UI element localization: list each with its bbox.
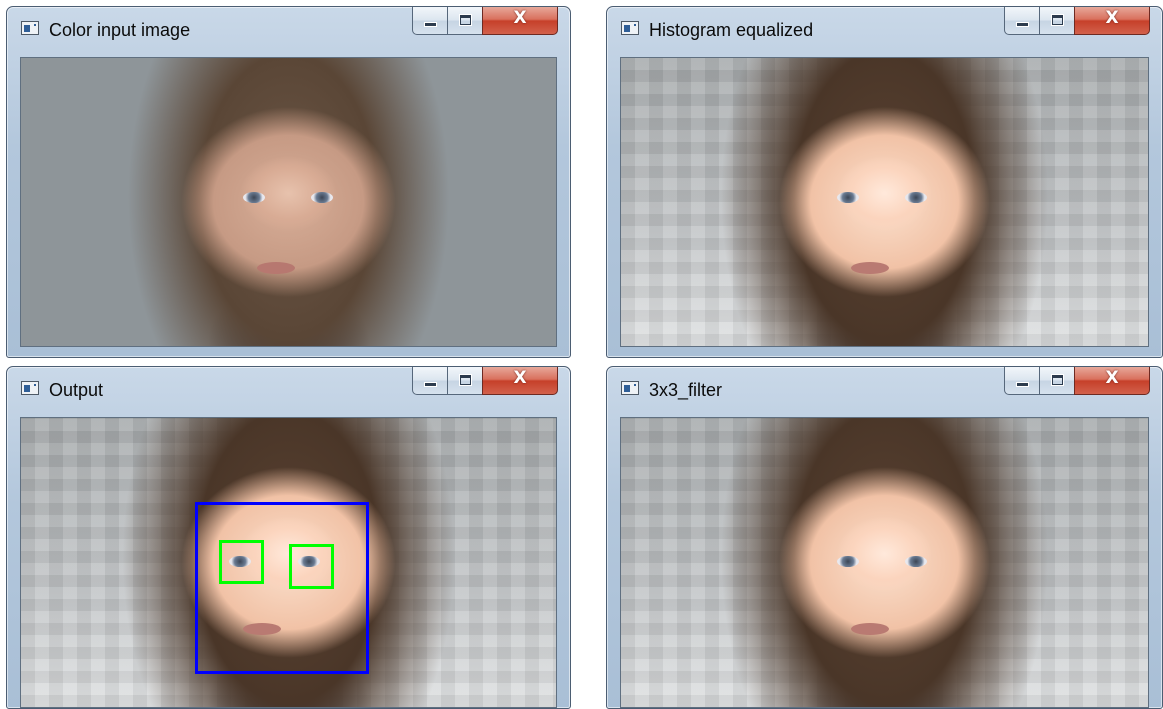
window-app-icon[interactable] [21,21,39,35]
image-display-equalized [620,57,1149,347]
minimize-button[interactable] [1004,367,1040,395]
maximize-button[interactable] [1039,367,1075,395]
window-color-input-image: Color input image X [6,6,571,358]
window-app-icon[interactable] [621,21,639,35]
minimize-icon [1017,383,1028,386]
caption-buttons: X [1004,7,1150,35]
window-title: Color input image [49,20,191,40]
close-button[interactable]: X [482,7,558,35]
left-eye [837,556,859,567]
image-display-filtered [620,417,1149,708]
window-output: Output X [6,366,571,709]
left-eye [243,192,265,203]
maximize-icon [460,375,471,385]
minimize-button[interactable] [1004,7,1040,35]
window-title: Output [49,380,104,400]
minimize-icon [425,383,436,386]
minimize-icon [1017,23,1028,26]
mouth [851,623,889,635]
close-button[interactable]: X [1074,367,1150,395]
titlebar[interactable]: Output X [7,367,570,409]
mouth [257,262,295,274]
close-button[interactable]: X [482,367,558,395]
minimize-button[interactable] [412,7,448,35]
close-icon: X [1105,8,1119,28]
mouth [851,262,889,274]
close-button[interactable]: X [1074,7,1150,35]
close-icon: X [513,368,527,388]
right-eye [905,556,927,567]
maximize-icon [1052,15,1063,25]
window-title: 3x3_filter [649,380,723,400]
window-histogram-equalized: Histogram equalized X [606,6,1163,358]
caption-buttons: X [1004,367,1150,395]
image-display-output [20,417,557,708]
maximize-icon [460,15,471,25]
eye-detection-box-left [219,540,264,584]
caption-buttons: X [412,367,558,395]
maximize-icon [1052,375,1063,385]
left-eye [837,192,859,203]
minimize-button[interactable] [412,367,448,395]
maximize-button[interactable] [1039,7,1075,35]
right-eye [311,192,333,203]
maximize-button[interactable] [447,367,483,395]
eye-detection-box-right [289,544,334,589]
window-3x3-filter: 3x3_filter X [606,366,1163,709]
right-eye [905,192,927,203]
window-app-icon[interactable] [21,381,39,395]
close-icon: X [1105,368,1119,388]
maximize-button[interactable] [447,7,483,35]
titlebar[interactable]: 3x3_filter X [607,367,1162,409]
window-app-icon[interactable] [621,381,639,395]
caption-buttons: X [412,7,558,35]
window-title: Histogram equalized [649,20,814,40]
face-detection-box [195,502,369,674]
minimize-icon [425,23,436,26]
titlebar[interactable]: Color input image X [7,7,570,49]
image-display-original [20,57,557,347]
titlebar[interactable]: Histogram equalized X [607,7,1162,49]
close-icon: X [513,8,527,28]
